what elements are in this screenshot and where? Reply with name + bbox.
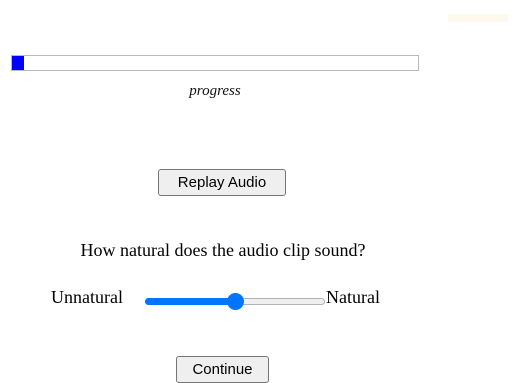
slider-max-label: Natural [326, 287, 380, 307]
progress-label: progress [189, 83, 241, 99]
naturalness-slider[interactable] [145, 292, 325, 310]
continue-button[interactable]: Continue [176, 356, 269, 383]
survey-page: progress Replay Audio How natural does t… [0, 0, 516, 383]
progress-bar [11, 55, 419, 71]
progress-bar-fill [12, 56, 25, 70]
question-text: How natural does the audio clip sound? [80, 240, 366, 260]
slider-thumb[interactable] [227, 293, 244, 310]
replay-audio-button[interactable]: Replay Audio [158, 169, 286, 196]
slider-fill [145, 298, 235, 305]
slider-min-label: Unnatural [51, 287, 123, 307]
corner-highlight [448, 14, 508, 22]
